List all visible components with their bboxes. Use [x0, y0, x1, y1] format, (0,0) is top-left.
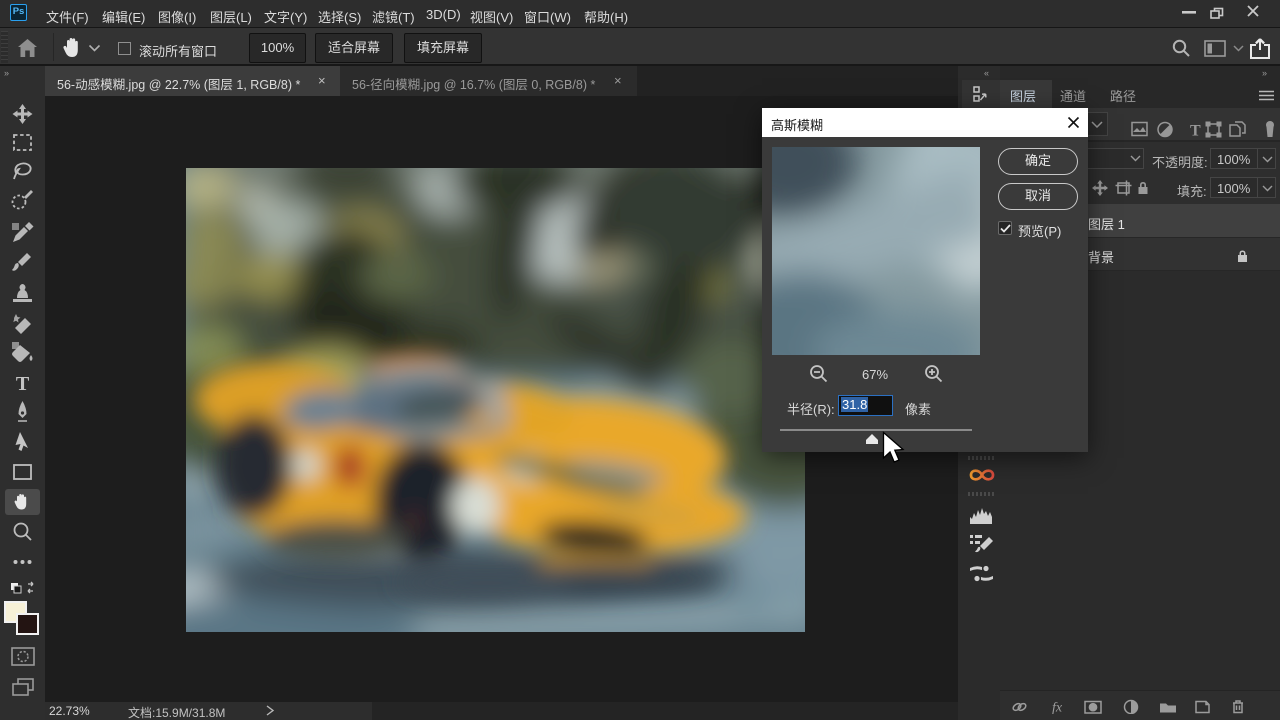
- svg-text:fx: fx: [1052, 701, 1063, 715]
- svg-text:T: T: [16, 373, 30, 395]
- svg-text:T: T: [1190, 123, 1201, 139]
